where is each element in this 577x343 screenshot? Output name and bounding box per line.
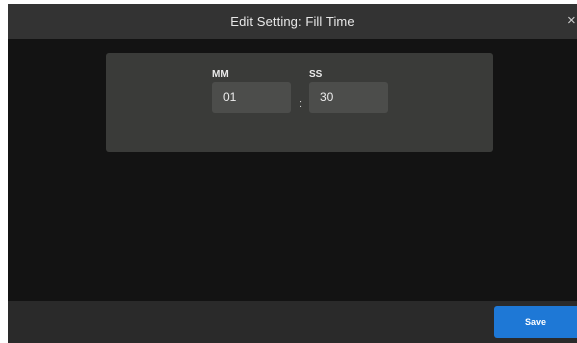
minutes-input[interactable]: 01 [212,82,291,113]
title-bar: Edit Setting: Fill Time × [8,4,577,39]
seconds-label: SS [309,69,323,80]
time-panel: MM 01 : SS 30 [106,53,493,152]
save-button[interactable]: Save [494,306,577,338]
edit-setting-dialog: Edit Setting: Fill Time × MM 01 : SS 30 … [8,4,577,343]
footer-bar: Save [8,301,577,343]
seconds-input[interactable]: 30 [309,82,388,113]
close-icon[interactable]: × [567,13,577,29]
dialog-title: Edit Setting: Fill Time [230,14,355,29]
time-separator: : [299,98,303,110]
minutes-label: MM [212,69,229,80]
